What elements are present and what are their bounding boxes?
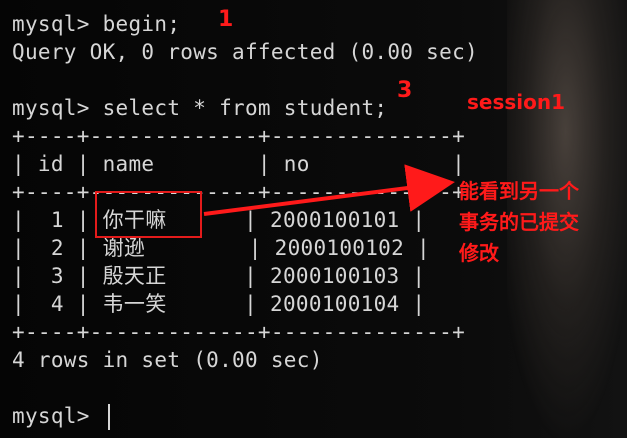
- annotation-note-line-3: 修改: [459, 241, 499, 265]
- terminal-line-select: mysql> select * from student;: [12, 96, 388, 120]
- terminal-line-row-1: | 1 | 你干嘛 | 2000100101 |: [12, 208, 426, 232]
- annotation-step-3: 3: [397, 78, 413, 103]
- annotation-session-label: session1: [467, 90, 566, 114]
- terminal-line-border-mid: +----+-------------+--------------+: [12, 180, 466, 204]
- terminal-window[interactable]: mysql> begin; Query OK, 0 rows affected …: [0, 0, 627, 438]
- terminal-line-row-2: | 2 | 谢逊 | 2000100102 |: [12, 236, 430, 260]
- terminal-cursor: [108, 404, 110, 430]
- terminal-line-row-3: | 3 | 殷天正 | 2000100103 |: [12, 264, 426, 288]
- annotation-note: 能看到另一个 事务的已提交 修改: [459, 176, 619, 269]
- annotation-note-line-2: 事务的已提交: [459, 210, 579, 234]
- annotation-step-1: 1: [218, 7, 234, 32]
- terminal-line-row-4: | 4 | 韦一笑 | 2000100104 |: [12, 292, 426, 316]
- row-1-name-highlight: [95, 191, 202, 238]
- terminal-line-prompt[interactable]: mysql>: [12, 402, 103, 430]
- terminal-line-border-top: +----+-------------+--------------+: [12, 124, 466, 148]
- terminal-line-begin: mysql> begin;: [12, 12, 181, 36]
- annotation-note-line-1: 能看到另一个: [459, 179, 579, 203]
- terminal-line-header: | id | name | no |: [12, 152, 466, 176]
- terminal-line-border-bottom: +----+-------------+--------------+: [12, 320, 466, 344]
- terminal-line-rows-summary: 4 rows in set (0.00 sec): [12, 348, 323, 372]
- terminal-line-query-ok: Query OK, 0 rows affected (0.00 sec): [12, 40, 478, 64]
